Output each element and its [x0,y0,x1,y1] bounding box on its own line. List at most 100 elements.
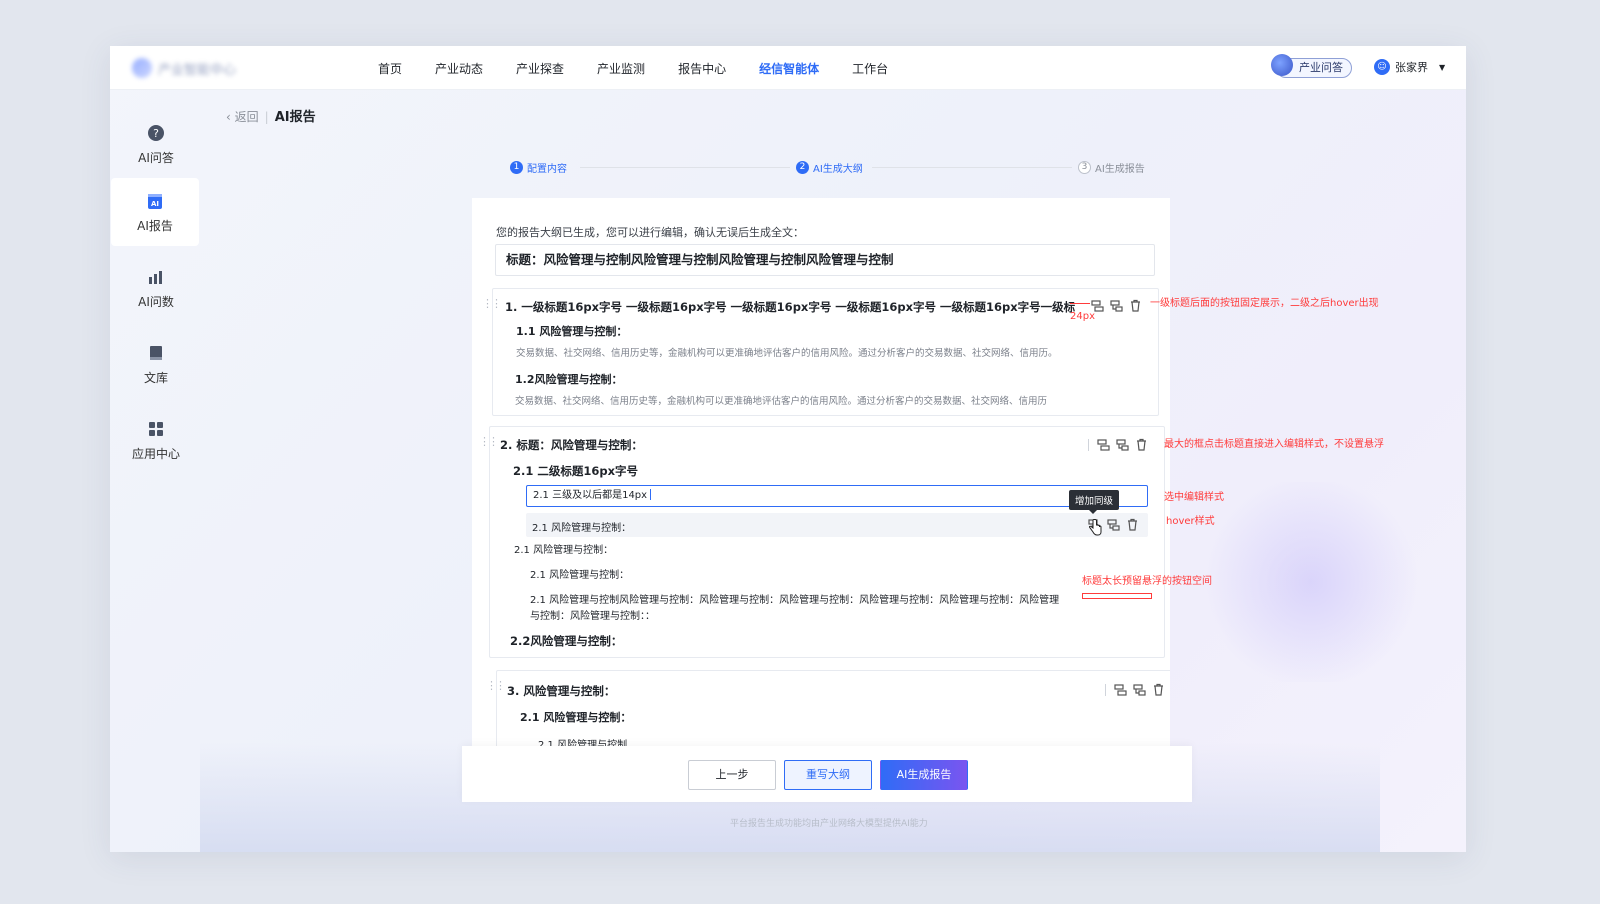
svg-text:AI: AI [151,200,159,208]
add-sibling-icon[interactable] [1097,438,1110,451]
delete-icon[interactable] [1129,299,1142,312]
apps-icon [149,422,163,436]
top-nav: 产业智能中心 首页 产业动态 产业探查 产业监测 报告中心 经信智能体 工作台 … [110,46,1466,90]
nav-item-industry-monitor[interactable]: 产业监测 [597,60,645,77]
footer-note: 平台报告生成功能均由产业网络大模型提供AI能力 [730,819,928,829]
add-child-icon[interactable] [1133,683,1146,696]
section-heading[interactable]: 1. 一级标题16px字号 一级标题16px字号 一级标题16px字号 一级标题… [505,299,1075,315]
divider [1105,683,1106,696]
logo-text: 产业智能中心 [158,62,237,78]
outline-section-2[interactable]: ⋮⋮ 2. 标题：风险管理与控制： 2.1 二级标题16px字号 2.1 风险管… [479,426,1165,658]
step-label: AI生成大纲 [813,164,863,175]
rewrite-outline-button[interactable]: 重写大纲 [784,760,872,790]
sidebar-label: 文库 [143,371,168,385]
outline-section-3[interactable]: ⋮⋮ 3. 风险管理与控制： 2.1 风险管理与控制： 2.1 风险管理与控制 [486,670,1170,746]
annotation-hover-style: hover样式 [1166,516,1215,527]
section-actions [1105,683,1165,696]
subheading[interactable]: 2.1 风险管理与控制： [520,709,631,725]
add-sibling-tooltip: 增加同级 [1069,490,1120,514]
add-sibling-icon[interactable] [1114,683,1127,696]
nav-item-report-center[interactable]: 报告中心 [678,60,726,77]
subheading[interactable]: 2.2风险管理与控制： [510,633,622,649]
avatar: ☺ [1374,59,1390,75]
nav-item-home[interactable]: 首页 [378,60,402,77]
outline-item-long[interactable]: 2.1 风险管理与控制风险管理与控制：风险管理与控制：风险管理与控制：风险管理与… [530,591,1059,606]
nav-item-smart-agent[interactable]: 经信智能体 [759,60,819,77]
book-icon [150,346,162,360]
outline-section-1[interactable]: ⋮⋮ 1. 一级标题16px字号 一级标题16px字号 一级标题16px字号 一… [482,288,1159,416]
sidebar-item-ai-qa[interactable]: ? AI问答 [110,110,202,178]
drag-handle-icon[interactable]: ⋮⋮ [486,679,506,692]
back-label: 返回 [234,110,259,124]
prev-step-button[interactable]: 上一步 [688,760,776,790]
sidebar-label: AI报告 [137,219,173,233]
outline-item-label: 2.1 风险管理与控制： [532,523,632,534]
chevron-left-icon: ‹ [226,110,231,124]
logo-icon [132,58,152,78]
delete-icon[interactable] [1126,518,1139,531]
sidebar-item-ai-data[interactable]: AI问数 [110,254,202,322]
user-menu[interactable]: ☺ 张家界 ▼ [1374,59,1445,75]
industry-qa-button[interactable]: 产业问答 [1271,54,1352,78]
sidebar: ? AI问答 AI AI报告 AI问数 文库 应用中心 [110,90,202,852]
drag-handle-icon[interactable]: ⋮⋮ [479,435,499,448]
page-title: AI报告 [274,110,316,125]
step-label: AI生成报告 [1095,164,1145,175]
caret-down-icon: ▼ [1439,62,1446,72]
industry-qa-label: 产业问答 [1299,61,1343,74]
divider [1088,438,1089,451]
outline-item[interactable]: 2.1 风险管理与控制： [514,541,613,556]
chart-icon [149,271,162,284]
subheading[interactable]: 1.2风险管理与控制： [515,371,623,387]
sidebar-label: AI问数 [138,295,174,309]
section-heading[interactable]: 2. 标题：风险管理与控制： [500,437,643,453]
subheading[interactable]: 1.1 风险管理与控制： [516,323,627,339]
step-report: 3 AI生成报告 [1078,160,1145,175]
generate-report-button[interactable]: AI生成报告 [880,760,968,790]
subheading[interactable]: 2.1 二级标题16px字号 [513,463,638,479]
section-actions [1091,299,1142,312]
step-number: 1 [510,161,523,174]
edit-value: 2.1 三级及以后都是14px [533,490,648,501]
sidebar-item-app-center[interactable]: 应用中心 [110,406,202,474]
nav-item-workbench[interactable]: 工作台 [852,60,888,77]
logo[interactable]: 产业智能中心 [132,58,236,78]
annotation-spacing: 24px [1070,311,1095,322]
step-number: 2 [796,161,809,174]
breadcrumb: ‹ 返回 | AI报告 [226,106,316,125]
drag-handle-icon[interactable]: ⋮⋮ [482,297,502,310]
step-configure: 1 配置内容 [510,160,567,175]
nav-item-industry-news[interactable]: 产业动态 [435,60,483,77]
progress-steps: 1 配置内容 2 AI生成大纲 3 AI生成报告 [510,160,1150,180]
add-child-icon[interactable] [1110,299,1123,312]
add-child-icon[interactable] [1116,438,1129,451]
outline-edit-input[interactable]: 2.1 三级及以后都是14px [526,485,1148,507]
annotation-long-title: 标题太长预留悬浮的按钮空间 [1082,576,1212,587]
report-title-field[interactable]: 标题：风险管理与控制风险管理与控制风险管理与控制风险管理与控制 [495,244,1155,276]
step-label: 配置内容 [527,164,567,175]
ai-report-icon: AI [148,194,162,209]
intro-text: 您的报告大纲已生成，您可以进行编辑，确认无误后生成全文： [496,226,804,239]
nav-item-industry-explore[interactable]: 产业探查 [516,60,564,77]
nav-menu: 首页 产业动态 产业探查 产业监测 报告中心 经信智能体 工作台 [378,46,921,90]
outline-item[interactable]: 2.1 风险管理与控制： [530,566,629,581]
sidebar-item-ai-report[interactable]: AI AI报告 [111,178,199,246]
user-name: 张家界 [1395,61,1428,74]
delete-icon[interactable] [1152,683,1165,696]
text-caret [650,489,652,500]
annotation-section-edit: 最大的框点击标题直接进入编辑样式，不设置悬浮 [1164,439,1384,450]
outline-card: 您的报告大纲已生成，您可以进行编辑，确认无误后生成全文： 标题：风险管理与控制风… [472,198,1170,746]
back-link[interactable]: ‹ 返回 [226,110,259,124]
section-actions [1088,438,1148,451]
description: 交易数据、社交网络、信用历史等，金融机构可以更准确地评估客户的信用风险。通过分析… [516,348,1058,359]
annotation-selected-style: 选中编辑样式 [1164,492,1224,503]
svg-text:?: ? [153,127,159,140]
app-window: 产业智能中心 首页 产业动态 产业探查 产业监测 报告中心 经信智能体 工作台 … [110,46,1466,852]
section-heading[interactable]: 3. 风险管理与控制： [507,683,615,699]
delete-icon[interactable] [1135,438,1148,451]
outline-item-hover[interactable]: 2.1 风险管理与控制： [526,513,1148,537]
sidebar-label: 应用中心 [131,447,180,461]
sidebar-item-library[interactable]: 文库 [110,330,202,398]
add-child-icon[interactable] [1107,518,1120,531]
outline-item[interactable]: 2.1 风险管理与控制 [538,736,627,746]
